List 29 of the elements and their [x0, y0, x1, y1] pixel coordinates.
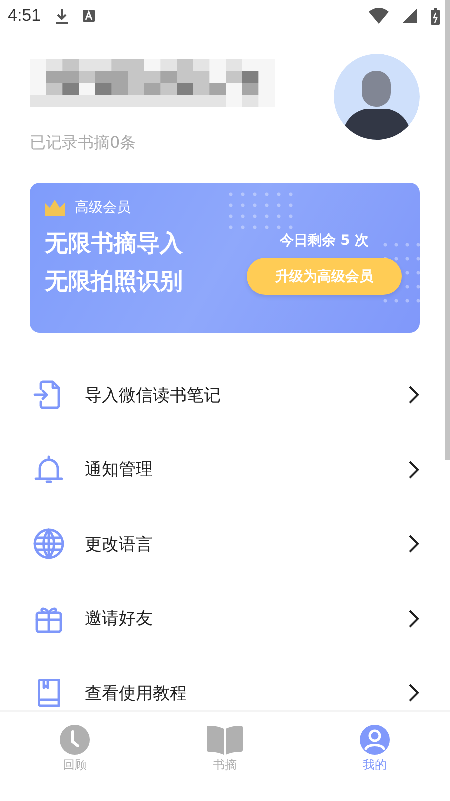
chevron-right-icon	[408, 683, 420, 704]
avatar[interactable]	[334, 54, 420, 140]
notes-count: 已记录书摘0条	[30, 133, 138, 154]
status-time: 4:51	[8, 6, 42, 26]
download-icon	[55, 8, 70, 24]
signal-icon	[403, 9, 417, 23]
menu-item[interactable]: 导入微信读书笔记	[85, 384, 388, 407]
app-notification-icon	[83, 10, 96, 22]
benefit-text: 无限拍照识别	[45, 268, 184, 297]
chevron-right-icon	[408, 460, 420, 480]
user-icon	[359, 724, 391, 756]
battery-icon	[431, 8, 440, 24]
bell-icon	[33, 454, 65, 486]
globe-icon	[33, 528, 65, 560]
open-book-icon	[206, 724, 244, 756]
clock-icon	[59, 724, 91, 756]
menu-item[interactable]: 更改语言	[85, 532, 388, 556]
book-icon	[38, 679, 60, 708]
remaining-count: 今日剩余 5 次	[280, 232, 370, 250]
menu-item[interactable]: 查看使用教程	[85, 682, 388, 705]
wifi-icon	[369, 8, 389, 24]
crown-icon	[45, 200, 65, 216]
chevron-right-icon	[408, 385, 420, 406]
benefit-text: 无限书摘导入	[45, 230, 184, 259]
menu-item[interactable]: 邀请好友	[85, 607, 388, 630]
menu-item[interactable]: 通知管理	[85, 458, 388, 482]
chevron-right-icon	[408, 534, 420, 554]
chevron-right-icon	[408, 608, 420, 629]
membership-label: 高级会员	[75, 199, 131, 217]
